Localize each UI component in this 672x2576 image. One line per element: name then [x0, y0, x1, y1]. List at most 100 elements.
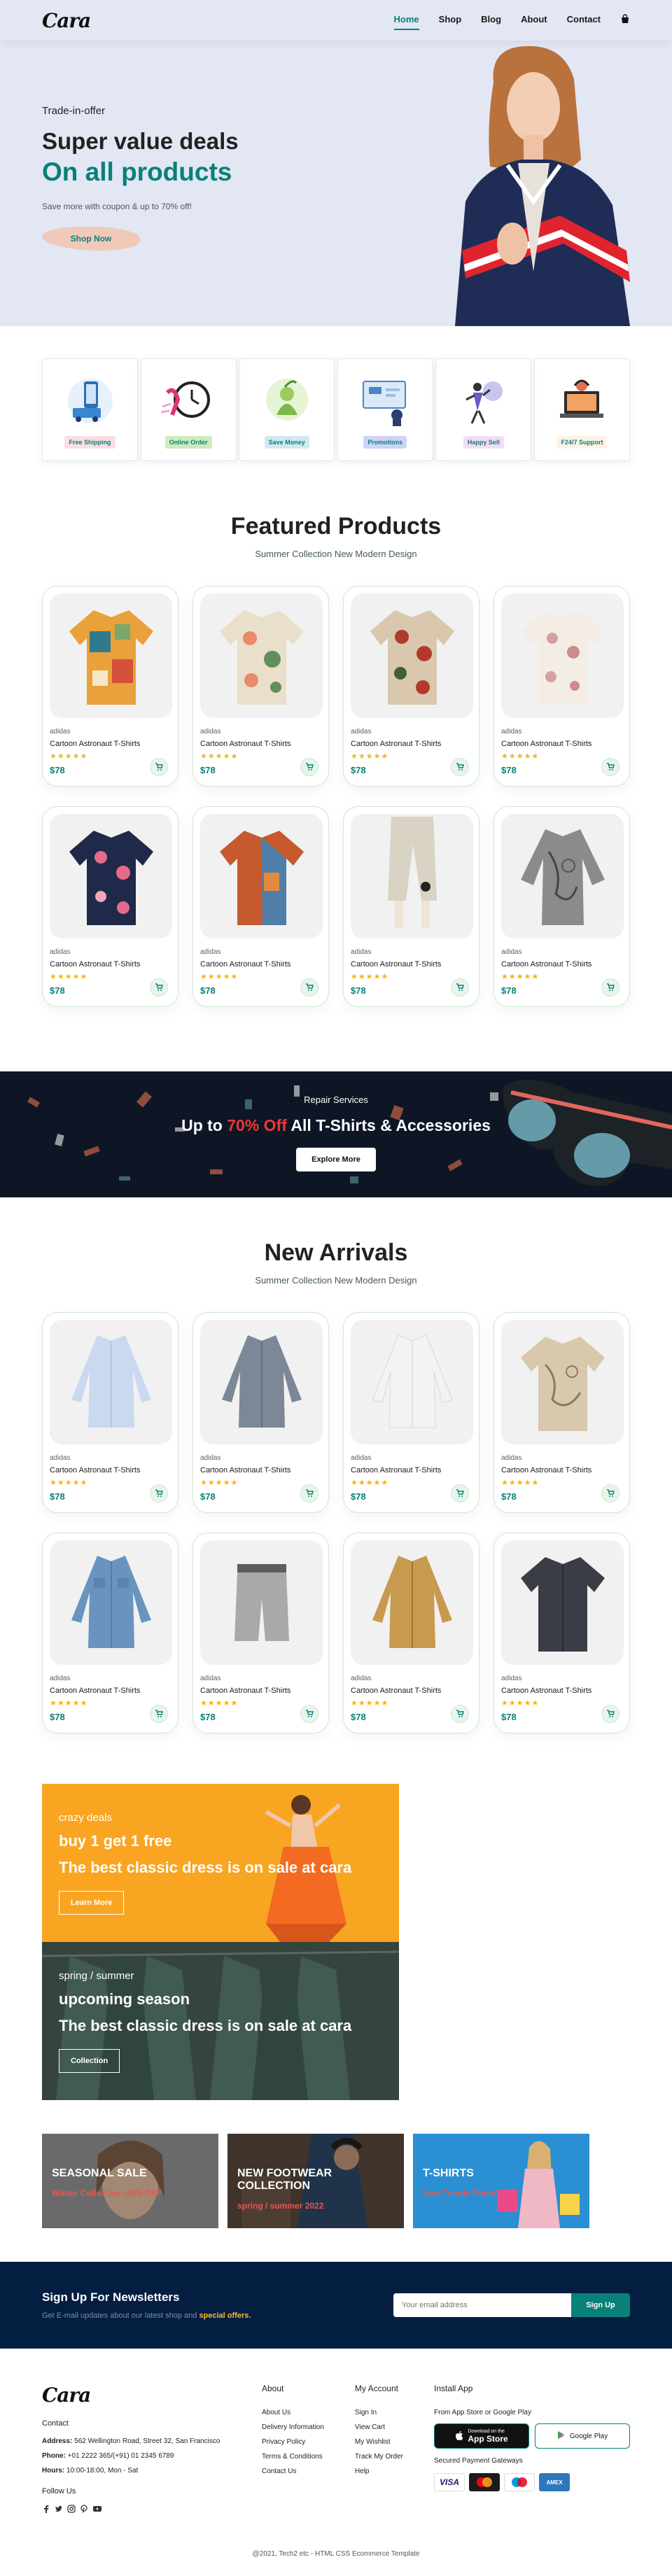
product-card[interactable]: adidas Cartoon Astronaut T-Shirts ★★★★★ … — [42, 1533, 178, 1733]
product-image[interactable] — [501, 1540, 624, 1665]
footer-link-wishlist[interactable]: My Wishlist — [355, 2438, 403, 2446]
product-card[interactable]: adidas Cartoon Astronaut T-Shirts ★★★★★ … — [493, 1533, 630, 1733]
email-input[interactable] — [393, 2293, 571, 2317]
banner-title: buy 1 get 1 free — [59, 1832, 172, 1850]
footer-phone: Phone: +01 2222 365/(+91) 01 2345 6789 — [42, 2452, 231, 2460]
footer-address: Address: 562 Wellington Road, Street 32,… — [42, 2437, 231, 2445]
banner-pretitle: Repair Services — [304, 1095, 368, 1105]
product-image[interactable] — [200, 1320, 323, 1444]
footer-link-delivery[interactable]: Delivery Information — [262, 2423, 324, 2431]
learn-more-button[interactable]: Learn More — [59, 1891, 125, 1915]
product-image[interactable] — [501, 814, 624, 938]
new-footwear-banner[interactable]: NEW FOOTWEAR COLLECTION spring / summer … — [227, 2134, 404, 2228]
mastercard-icon — [469, 2473, 500, 2491]
product-card[interactable]: adidas Cartoon Astronaut T-Shirts ★★★★★ … — [343, 806, 479, 1007]
main-nav: Home Shop Blog About Contact — [393, 13, 630, 30]
seasonal-sale-banner[interactable]: SEASONAL SALE Winter Collection -50% OFF — [42, 2134, 218, 2228]
add-to-cart-icon[interactable] — [451, 1484, 469, 1502]
add-to-cart-icon[interactable] — [601, 1705, 620, 1723]
add-to-cart-icon[interactable] — [300, 1484, 318, 1502]
product-card[interactable]: adidas Cartoon Astronaut T-Shirts ★★★★★ … — [493, 806, 630, 1007]
product-image[interactable] — [200, 593, 323, 718]
product-image[interactable] — [200, 814, 323, 938]
add-to-cart-icon[interactable] — [601, 1484, 620, 1502]
add-to-cart-icon[interactable] — [300, 1705, 318, 1723]
facebook-icon[interactable] — [42, 2504, 50, 2517]
shopping-bag-icon[interactable] — [620, 13, 630, 27]
add-to-cart-icon[interactable] — [150, 978, 168, 997]
explore-more-button[interactable]: Explore More — [296, 1148, 376, 1171]
product-card[interactable]: adidas Cartoon Astronaut T-Shirts ★★★★★ … — [192, 1312, 329, 1513]
logo[interactable]: Cara — [42, 9, 91, 32]
shop-now-button[interactable]: Shop Now — [42, 227, 140, 251]
add-to-cart-icon[interactable] — [451, 1705, 469, 1723]
product-image[interactable] — [200, 1540, 323, 1665]
add-to-cart-icon[interactable] — [300, 758, 318, 776]
nav-contact[interactable]: Contact — [567, 14, 601, 27]
sign-up-button[interactable]: Sign Up — [571, 2293, 630, 2317]
footer-install-column: Install App From App Store or Google Pla… — [434, 2384, 630, 2517]
product-card[interactable]: adidas Cartoon Astronaut T-Shirts ★★★★★ … — [42, 586, 178, 787]
product-image[interactable] — [50, 1540, 172, 1665]
product-image[interactable] — [351, 593, 473, 718]
pinterest-icon[interactable] — [80, 2504, 88, 2517]
footer-link-terms[interactable]: Terms & Conditions — [262, 2453, 324, 2461]
product-image[interactable] — [351, 1320, 473, 1444]
youtube-icon[interactable] — [92, 2504, 102, 2517]
footer-link-sign-in[interactable]: Sign In — [355, 2409, 403, 2416]
nav-about[interactable]: About — [521, 14, 547, 27]
product-card[interactable]: adidas Cartoon Astronaut T-Shirts ★★★★★ … — [343, 1312, 479, 1513]
product-card[interactable]: adidas Cartoon Astronaut T-Shirts ★★★★★ … — [192, 806, 329, 1007]
product-brand: adidas — [50, 1675, 71, 1682]
product-card[interactable]: adidas Cartoon Astronaut T-Shirts ★★★★★ … — [493, 1312, 630, 1513]
section-subtitle: Summer Collection New Modern Design — [255, 549, 417, 559]
footer-logo[interactable]: Cara — [42, 2384, 231, 2407]
add-to-cart-icon[interactable] — [601, 758, 620, 776]
footer-link-help[interactable]: Help — [355, 2468, 403, 2475]
product-card[interactable]: adidas Cartoon Astronaut T-Shirts ★★★★★ … — [493, 586, 630, 787]
app-store-badge[interactable]: Download on the App Store — [434, 2423, 529, 2449]
footer-link-view-cart[interactable]: View Cart — [355, 2423, 403, 2431]
twitter-icon[interactable] — [55, 2504, 63, 2517]
footer-link-privacy[interactable]: Privacy Policy — [262, 2438, 324, 2446]
product-brand: adidas — [351, 1675, 372, 1682]
nav-blog[interactable]: Blog — [481, 14, 501, 27]
hero-pre: Trade-in-offer — [42, 105, 106, 117]
product-card[interactable]: adidas Cartoon Astronaut T-Shirts ★★★★★ … — [42, 1312, 178, 1513]
feature-label: Promotions — [363, 436, 407, 449]
footer-link-about-us[interactable]: About Us — [262, 2409, 324, 2416]
product-card[interactable]: adidas Cartoon Astronaut T-Shirts ★★★★★ … — [192, 586, 329, 787]
product-card[interactable]: adidas Cartoon Astronaut T-Shirts ★★★★★ … — [343, 586, 479, 787]
add-to-cart-icon[interactable] — [451, 758, 469, 776]
add-to-cart-icon[interactable] — [150, 1484, 168, 1502]
instagram-icon[interactable] — [67, 2504, 76, 2517]
add-to-cart-icon[interactable] — [300, 978, 318, 997]
add-to-cart-icon[interactable] — [601, 978, 620, 997]
product-image[interactable] — [351, 814, 473, 938]
t-shirts-banner[interactable]: T-SHIRTS New Trendy Prints — [413, 2134, 589, 2228]
product-card[interactable]: adidas Cartoon Astronaut T-Shirts ★★★★★ … — [192, 1533, 329, 1733]
feature-free-shipping: Free Shipping — [42, 358, 138, 461]
product-name: Cartoon Astronaut T-Shirts — [501, 1466, 592, 1474]
product-image[interactable] — [501, 1320, 624, 1444]
product-image[interactable] — [351, 1540, 473, 1665]
add-to-cart-icon[interactable] — [451, 978, 469, 997]
phone-value: +01 2222 365/(+91) 01 2345 6789 — [65, 2452, 174, 2460]
footer-link-track-order[interactable]: Track My Order — [355, 2453, 403, 2461]
collection-button[interactable]: Collection — [59, 2049, 120, 2073]
nav-shop[interactable]: Shop — [439, 14, 462, 27]
product-image[interactable] — [50, 1320, 172, 1444]
add-to-cart-icon[interactable] — [150, 758, 168, 776]
seasonal-sale-image — [42, 2134, 218, 2228]
nav-home[interactable]: Home — [393, 14, 419, 30]
footer-link-contact[interactable]: Contact Us — [262, 2468, 324, 2475]
product-image[interactable] — [501, 593, 624, 718]
product-brand: adidas — [501, 728, 522, 736]
product-card[interactable]: adidas Cartoon Astronaut T-Shirts ★★★★★ … — [42, 806, 178, 1007]
banner-subtitle: New Trendy Prints — [423, 2188, 496, 2198]
product-image[interactable] — [50, 593, 172, 718]
google-play-badge[interactable]: Google Play — [535, 2423, 630, 2449]
add-to-cart-icon[interactable] — [150, 1705, 168, 1723]
product-image[interactable] — [50, 814, 172, 938]
product-card[interactable]: adidas Cartoon Astronaut T-Shirts ★★★★★ … — [343, 1533, 479, 1733]
